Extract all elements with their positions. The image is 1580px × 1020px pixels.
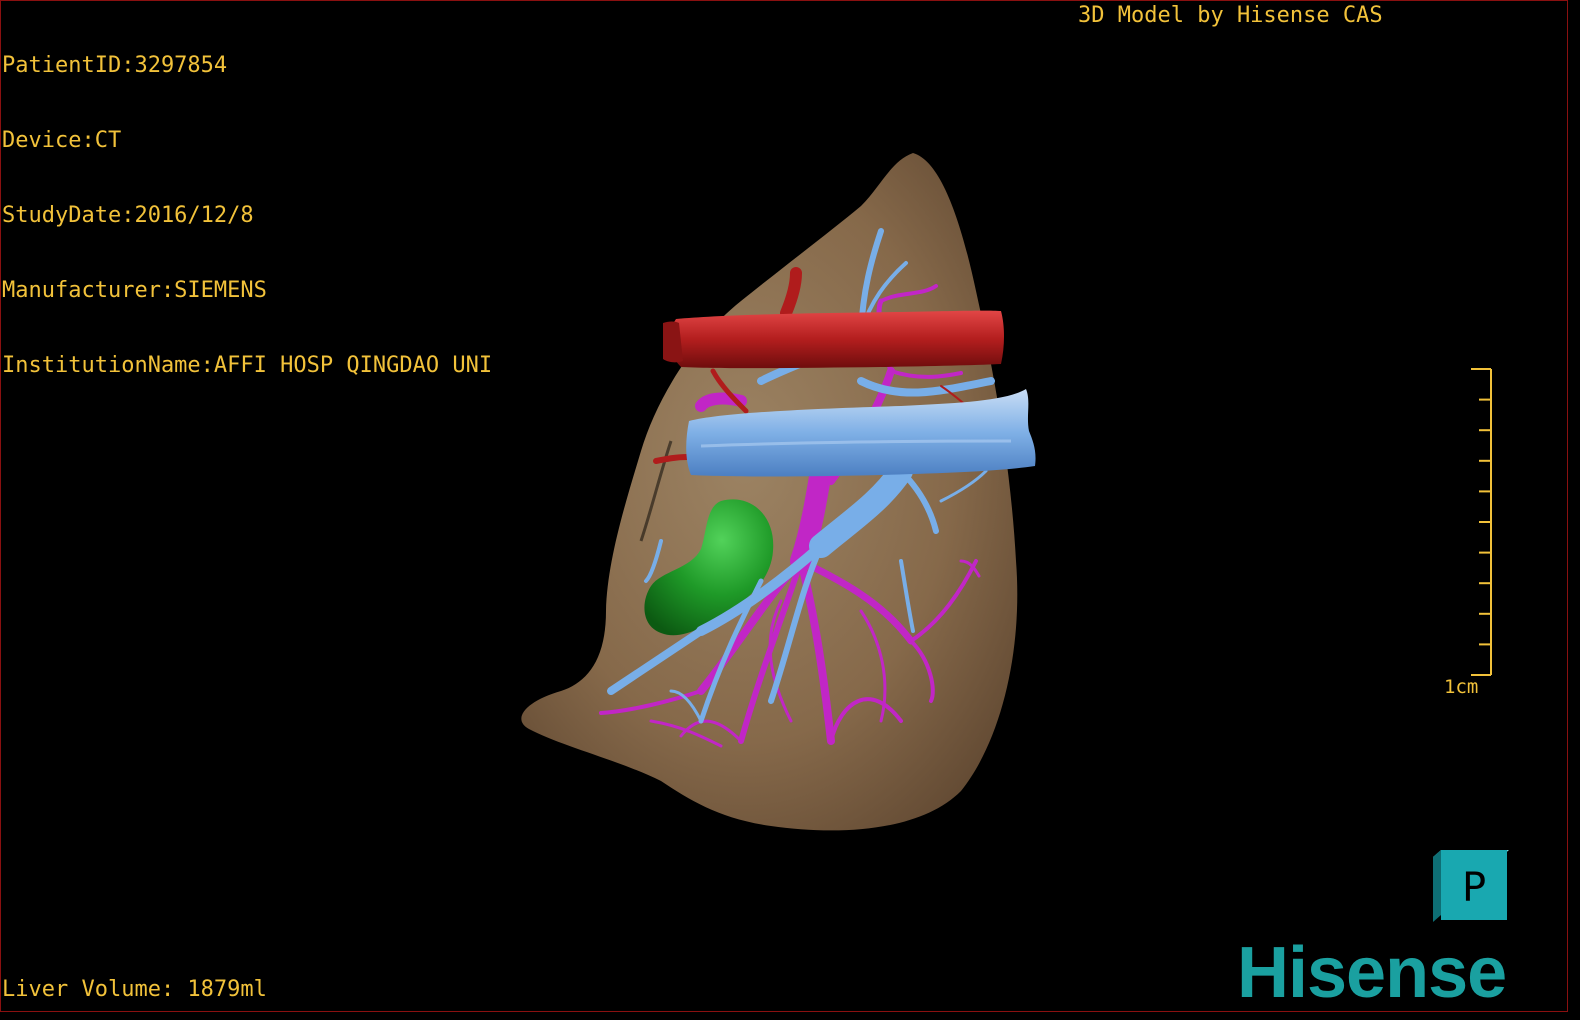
patient-info-overlay: PatientID:3297854 Device:CT StudyDate:20… [2, 3, 492, 428]
institution-text: InstitutionName:AFFI HOSP QINGDAO UNI [2, 353, 493, 378]
model-brand-text: 3D Model by Hisense CAS [1078, 3, 1383, 28]
patient-id-text: PatientID:3297854 [2, 53, 228, 78]
device-text: Device:CT [2, 128, 122, 153]
liver-volume-text: Liver Volume: 1879ml [2, 977, 267, 1002]
hisense-logo: Hisense [1237, 933, 1507, 1012]
3d-viewport[interactable]: PatientID:3297854 Device:CT StudyDate:20… [0, 0, 1568, 1012]
manufacturer-text: Manufacturer:SIEMENS [2, 278, 267, 303]
aorta [668, 310, 1004, 369]
study-date-text: StudyDate:2016/12/8 [2, 203, 254, 228]
scale-bar-label: 1cm [1444, 676, 1479, 698]
scale-bar [1471, 368, 1492, 676]
orientation-cube-face-label: P [1462, 865, 1486, 911]
liver-surface [521, 153, 1018, 831]
orientation-cube-icon[interactable]: P [1431, 849, 1509, 923]
